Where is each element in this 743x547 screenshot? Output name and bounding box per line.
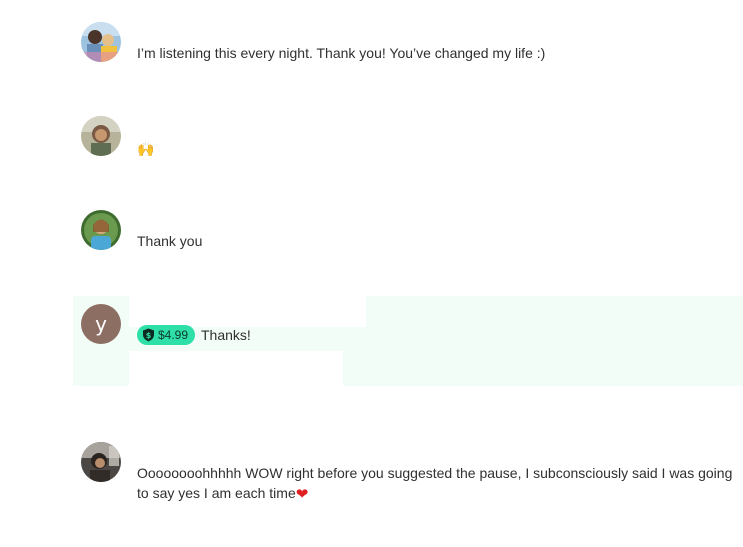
comment-text-line: to say yes I am each time❤	[137, 483, 737, 505]
avatar[interactable]	[81, 442, 121, 482]
comment-text: I’m listening this every night. Thank yo…	[137, 45, 546, 61]
tip-amount: $4.99	[158, 328, 189, 342]
avatar[interactable]	[81, 210, 121, 250]
avatar[interactable]	[81, 116, 121, 156]
dollar-shield-icon: $	[143, 328, 154, 342]
svg-text:$: $	[146, 331, 152, 340]
raising-hands-emoji: 🙌	[137, 141, 155, 157]
highlight-background	[343, 327, 366, 386]
comment-text-line: Oooooooohhhhh WOW right before you sugge…	[137, 465, 733, 481]
comment-text-fragment: to say yes I am each time	[137, 485, 296, 501]
avatar[interactable]: y	[81, 304, 121, 344]
highlight-background	[366, 296, 743, 386]
tip-badge: $ $4.99	[137, 325, 196, 345]
comment-text: Thank you	[137, 233, 203, 249]
comment-text: Thanks!	[201, 327, 251, 343]
comment-text: Oooooooohhhhh WOW right before you sugge…	[137, 463, 737, 505]
avatar[interactable]	[81, 22, 121, 62]
red-heart-icon: ❤	[295, 486, 309, 503]
